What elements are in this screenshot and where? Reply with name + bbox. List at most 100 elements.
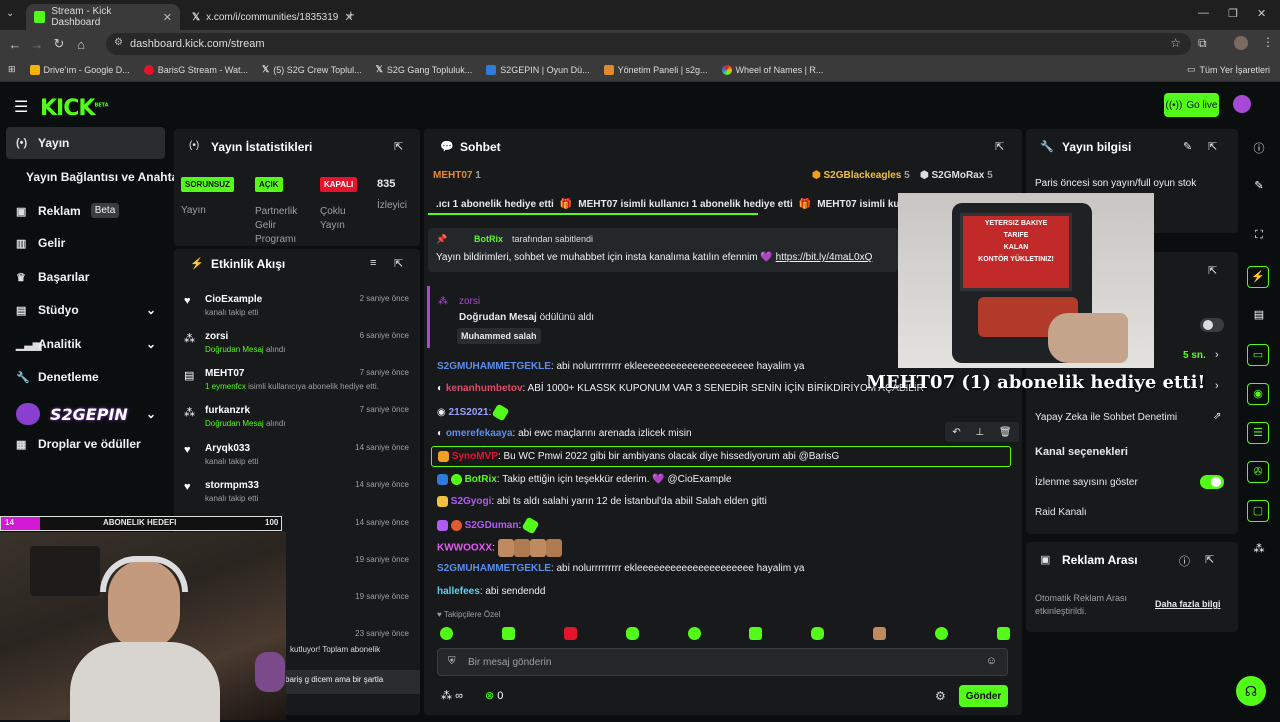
sidebar-item-droplar[interactable]: ▦ Droplar ve ödüller: [16, 437, 141, 451]
chat-message: S2GMUHAMMETGEKLE: abi nolurrrrrrrrr ekle…: [437, 361, 805, 372]
back-icon[interactable]: ←: [4, 37, 26, 52]
extensions-icon[interactable]: ⧉: [1198, 36, 1207, 51]
sidebar-item-basarilar[interactable]: ♛ Başarılar: [16, 270, 89, 284]
sidebar-item-overlay-logo[interactable]: S2GEPIN ⌄: [16, 403, 156, 425]
info-icon[interactable]: ⓘ: [1250, 140, 1268, 158]
notes-icon[interactable]: ▤: [1250, 308, 1268, 326]
emote-image: [491, 403, 510, 422]
popout-icon[interactable]: ⇱: [394, 140, 403, 153]
quick-emote[interactable]: [625, 627, 639, 640]
user-avatar[interactable]: [1233, 95, 1251, 113]
support-headset-button[interactable]: ☊: [1236, 676, 1266, 706]
badge-icon: ◐: [437, 428, 444, 439]
quick-emote[interactable]: [440, 627, 453, 640]
bookmark-item[interactable]: 𝕏 (5) S2G Crew Toplul...: [255, 64, 369, 75]
close-tab-icon[interactable]: ✕: [163, 11, 172, 24]
window-icon[interactable]: ▢: [1247, 500, 1269, 522]
tab-x-communities[interactable]: 𝕏 x.com/i/communities/1835319 ✕: [184, 4, 354, 30]
bookmark-item[interactable]: BarisG Stream - Wat...: [137, 64, 255, 75]
bookmark-item[interactable]: Wheel of Names | R...: [715, 64, 831, 75]
edit-icon[interactable]: ✎: [1250, 179, 1268, 197]
bookmark-star-icon[interactable]: ☆: [1170, 36, 1181, 50]
points-infinity: ⁂ ∞: [441, 690, 463, 702]
restore-icon[interactable]: ❐: [1228, 7, 1238, 20]
stats-icon: (•): [189, 140, 200, 151]
studio-icon: ▤: [16, 305, 27, 317]
popout-icon[interactable]: ⇱: [1205, 553, 1214, 566]
quick-emote[interactable]: [996, 627, 1010, 640]
fullscreen-icon[interactable]: ⛶: [1250, 229, 1268, 247]
quick-emote[interactable]: [749, 627, 763, 640]
sidebar-item-stream-key[interactable]: Yayın Bağlantısı ve Anahtarı: [26, 170, 186, 184]
home-icon[interactable]: ⌂: [70, 37, 92, 52]
popout-icon[interactable]: ⇱: [1208, 140, 1217, 153]
browser-menu-icon[interactable]: ⋮: [1262, 35, 1274, 49]
minimize-icon[interactable]: —: [1198, 7, 1209, 19]
toggle-off[interactable]: [1200, 318, 1224, 332]
popout-icon[interactable]: ⇱: [995, 140, 1004, 153]
quick-emote[interactable]: [563, 627, 577, 640]
info-icon[interactable]: ⓘ: [1179, 553, 1190, 569]
shield-icon: ⛨: [448, 656, 456, 667]
profile-avatar[interactable]: [1234, 36, 1248, 50]
forward-icon[interactable]: →: [26, 37, 48, 52]
sidebar-item-analitik[interactable]: ▁▃▅ Analitik ⌄: [16, 337, 156, 351]
learn-more-link[interactable]: Daha fazla bilgi: [1155, 599, 1221, 609]
pinned-link[interactable]: https://bit.ly/4maL0xQ: [776, 252, 873, 263]
wrench-icon[interactable]: ✇: [1247, 461, 1269, 483]
sidebar-item-reklam[interactable]: ▣ Reklam Beta: [16, 203, 120, 218]
show-viewers-toggle[interactable]: [1200, 475, 1224, 489]
dm-icon: ⁂: [184, 333, 195, 345]
popout-icon[interactable]: ⇱: [394, 257, 403, 270]
drops-icon[interactable]: ⁂: [1250, 542, 1268, 560]
chevron-right-icon[interactable]: ›: [1215, 349, 1219, 361]
plush-toy-image: [255, 652, 285, 692]
pin-icon[interactable]: ⊥: [975, 427, 984, 438]
quick-emote[interactable]: [501, 627, 515, 640]
sidebar-item-yayin[interactable]: (•) Yayın: [16, 136, 69, 150]
bookmark-item[interactable]: S2GEPIN | Oyun Dü...: [479, 64, 596, 75]
hamburger-menu-icon[interactable]: ☰: [14, 97, 28, 117]
site-info-icon[interactable]: ⚙: [114, 37, 123, 48]
sidebar-item-denetleme[interactable]: 🔧 Denetleme: [16, 370, 99, 384]
delete-icon[interactable]: 🗑: [999, 427, 1012, 438]
tab-kick-dashboard[interactable]: Stream - Kick Dashboard ✕: [26, 4, 180, 30]
apps-grid-icon[interactable]: ⊞: [0, 64, 23, 75]
new-tab-icon[interactable]: +: [347, 7, 355, 22]
bookmark-item[interactable]: 𝕏 S2G Gang Topluluk...: [369, 64, 480, 75]
filter-icon[interactable]: ≡: [370, 257, 376, 269]
send-button[interactable]: Gönder: [959, 685, 1008, 707]
chevron-right-icon[interactable]: ›: [1215, 380, 1219, 392]
kick-logo[interactable]: KICKBETA: [40, 96, 109, 121]
list-icon[interactable]: ☰: [1247, 422, 1269, 444]
quick-emote[interactable]: [873, 627, 887, 640]
emoji-icon[interactable]: ☺: [986, 655, 997, 667]
bookmark-item[interactable]: Drive'ım - Google D...: [23, 64, 137, 75]
ai-moderation-link[interactable]: Yapay Zeka ile Sohbet Denetimi: [1035, 412, 1177, 423]
quick-emote[interactable]: [687, 627, 701, 640]
bookmark-item[interactable]: Yönetim Paneli | s2g...: [597, 64, 715, 75]
lightning-icon[interactable]: ⚡: [1247, 266, 1269, 288]
tab-list-icon[interactable]: ⌄: [6, 8, 14, 19]
stream-title-text: Paris öncesi son yayın/full oyun stok: [1035, 178, 1197, 189]
window-close-icon[interactable]: ✕: [1257, 7, 1266, 20]
external-link-icon[interactable]: ⇗: [1213, 411, 1221, 422]
quick-emote[interactable]: [811, 627, 825, 640]
reply-icon[interactable]: ↶: [952, 427, 960, 438]
edit-icon[interactable]: ✎: [1183, 140, 1192, 153]
all-bookmarks[interactable]: ▭ Tüm Yer İşaretleri: [1180, 64, 1280, 75]
quick-emote[interactable]: [935, 627, 948, 640]
chat-input[interactable]: ⛨ Bir mesaj gönderin ☺: [437, 648, 1008, 676]
popout-icon[interactable]: ⇱: [1208, 264, 1217, 277]
sidebar-item-studyo[interactable]: ▤ Stüdyo ⌄: [16, 303, 156, 317]
slow-mode-value[interactable]: 5 sn.: [1183, 350, 1206, 361]
url-bar[interactable]: ⚙ dashboard.kick.com/stream ☆: [106, 33, 1191, 55]
chat-icon[interactable]: ▭: [1247, 344, 1269, 366]
broadcast-icon[interactable]: ◉: [1247, 383, 1269, 405]
raid-label[interactable]: Raid Kanalı: [1035, 507, 1087, 518]
reload-icon[interactable]: ↻: [48, 36, 70, 52]
x-icon: 𝕏: [261, 64, 270, 74]
sidebar-item-gelir[interactable]: ▥ Gelir: [16, 236, 65, 250]
chat-settings-icon[interactable]: ⚙: [935, 689, 946, 703]
go-live-button[interactable]: ((•)) Go live: [1164, 93, 1219, 117]
